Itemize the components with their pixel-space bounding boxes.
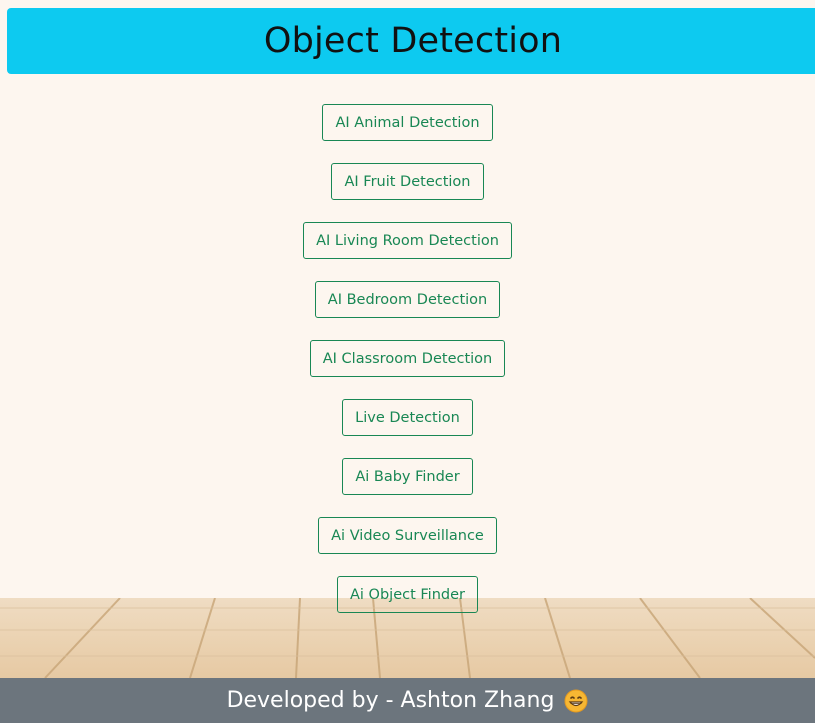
classroom-detection-button[interactable]: AI Classroom Detection (309, 340, 506, 377)
bedroom-detection-button[interactable]: AI Bedroom Detection (314, 281, 501, 318)
footer-credit-text: Developed by - Ashton Zhang (226, 688, 555, 713)
page-footer: Developed by - Ashton Zhang (0, 678, 815, 723)
living-room-detection-button[interactable]: AI Living Room Detection (303, 222, 512, 259)
object-finder-button[interactable]: Ai Object Finder (337, 576, 478, 613)
video-surveillance-button[interactable]: Ai Video Surveillance (318, 517, 497, 554)
animal-detection-button[interactable]: AI Animal Detection (322, 104, 493, 141)
detection-menu: AI Animal Detection AI Fruit Detection A… (0, 104, 815, 635)
page-title: Object Detection (263, 21, 563, 61)
live-detection-button[interactable]: Live Detection (342, 399, 473, 436)
baby-finder-button[interactable]: Ai Baby Finder (342, 458, 473, 495)
fruit-detection-button[interactable]: AI Fruit Detection (331, 163, 484, 200)
grinning-face-icon (564, 689, 588, 713)
page-header: Object Detection (7, 8, 815, 74)
